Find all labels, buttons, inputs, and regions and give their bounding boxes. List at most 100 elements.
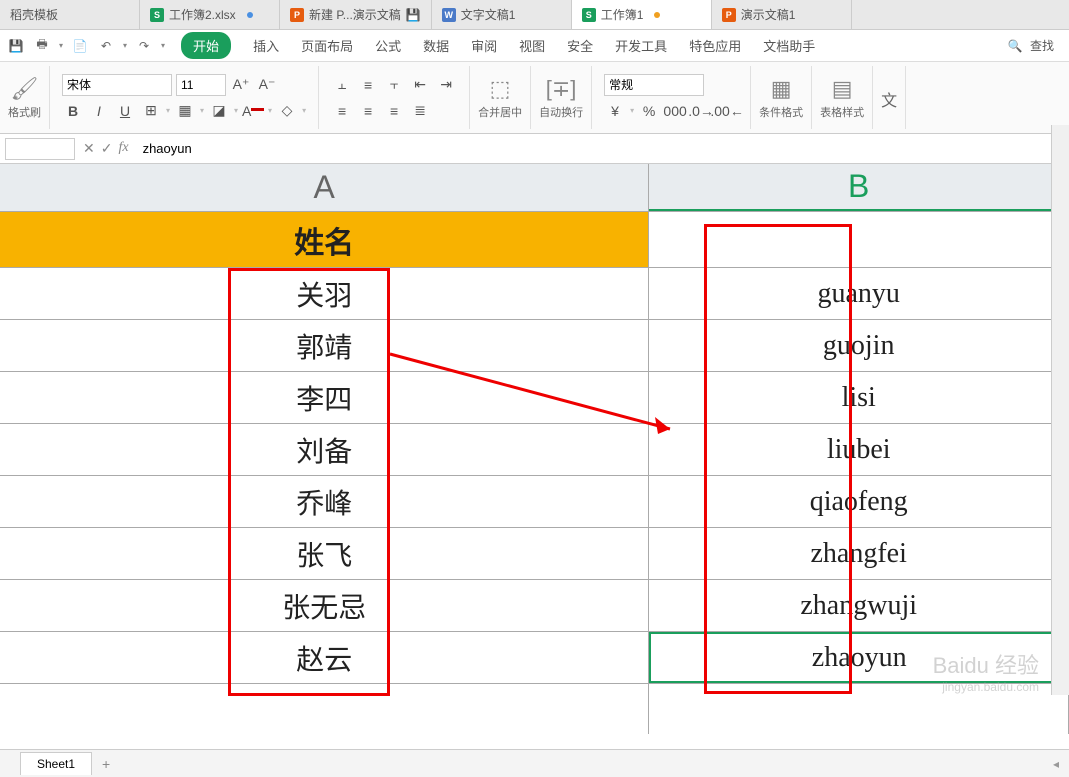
save-icon[interactable]: 💾 <box>5 35 27 57</box>
align-top-icon[interactable]: ⫠ <box>331 74 353 96</box>
fx-icon[interactable]: fx <box>118 140 128 157</box>
table-style-icon: ▤ <box>832 76 853 102</box>
align-right-icon[interactable]: ≡ <box>383 100 405 122</box>
menu-home[interactable]: 开始 <box>181 32 231 59</box>
increase-decimal-icon[interactable]: .0→ <box>690 100 712 122</box>
tab-workbook2[interactable]: S 工作簿2.xlsx <box>140 0 280 29</box>
decrease-decimal-icon[interactable]: .00← <box>716 100 738 122</box>
fill-color-button[interactable]: ◪ <box>208 100 230 122</box>
cell-b2[interactable]: guanyu <box>649 268 1069 319</box>
formula-bar: ✕ ✓ fx <box>0 134 1069 164</box>
cell-a10[interactable] <box>0 684 649 734</box>
cell-b10[interactable] <box>649 684 1069 734</box>
table-row: 刘备 liubei <box>0 424 1069 476</box>
ribbon-cond-format[interactable]: ▦ 条件格式 <box>751 66 812 129</box>
cell-a1[interactable]: 姓名 <box>0 212 649 267</box>
ribbon-merge[interactable]: ⬚ 合并居中 <box>470 66 531 129</box>
menu-insert[interactable]: 插入 <box>253 36 279 55</box>
tab-label: 工作簿2.xlsx <box>169 6 236 23</box>
grid-body: 姓名 关羽 guanyu 郭靖 guojin 李四 lisi 刘备 liubei… <box>0 212 1069 734</box>
cell-b3[interactable]: guojin <box>649 320 1069 371</box>
cell-b1[interactable] <box>649 212 1069 267</box>
name-box[interactable] <box>5 138 75 160</box>
bold-button[interactable]: B <box>62 100 84 122</box>
border-button[interactable]: ⊞ <box>140 100 162 122</box>
tab-presentation1[interactable]: P 演示文稿1 <box>712 0 852 29</box>
indent-left-icon[interactable]: ⇤ <box>409 74 431 96</box>
column-header-b[interactable]: B <box>649 164 1069 211</box>
dropdown-icon[interactable]: ▾ <box>59 41 63 50</box>
font-name-select[interactable] <box>62 74 172 96</box>
menu-data[interactable]: 数据 <box>423 36 449 55</box>
cell-b6[interactable]: qiaofeng <box>649 476 1069 527</box>
cell-a6[interactable]: 乔峰 <box>0 476 649 527</box>
tab-doc1[interactable]: W 文字文稿1 <box>432 0 572 29</box>
font-color-button[interactable]: A <box>242 100 264 122</box>
menu-layout[interactable]: 页面布局 <box>301 36 353 55</box>
highlight-button[interactable]: ◇ <box>276 100 298 122</box>
cell-a9[interactable]: 赵云 <box>0 632 649 683</box>
preview-icon[interactable]: 📄 <box>69 35 91 57</box>
cell-a4[interactable]: 李四 <box>0 372 649 423</box>
tab-presentation[interactable]: P 新建 P...演示文稿 💾 <box>280 0 432 29</box>
menu-tabs: 开始 插入 页面布局 公式 数据 审阅 视图 安全 开发工具 特色应用 文档助手 <box>181 32 815 59</box>
accept-icon[interactable]: ✓ <box>101 140 113 157</box>
menu-helper[interactable]: 文档助手 <box>763 36 815 55</box>
cell-a8[interactable]: 张无忌 <box>0 580 649 631</box>
currency-icon[interactable]: ¥ <box>604 100 626 122</box>
cancel-icon[interactable]: ✕ <box>83 140 95 157</box>
cell-b5[interactable]: liubei <box>649 424 1069 475</box>
font-size-select[interactable] <box>176 74 226 96</box>
menu-special[interactable]: 特色应用 <box>689 36 741 55</box>
menu-review[interactable]: 审阅 <box>471 36 497 55</box>
italic-button[interactable]: I <box>88 100 110 122</box>
cell-b8[interactable]: zhangwuji <box>649 580 1069 631</box>
dropdown-icon[interactable]: ▾ <box>161 41 165 50</box>
cell-b7[interactable]: zhangfei <box>649 528 1069 579</box>
ribbon-table-style[interactable]: ▤ 表格样式 <box>812 66 873 129</box>
add-sheet-button[interactable]: + <box>92 752 120 776</box>
percent-icon[interactable]: % <box>638 100 660 122</box>
cell-b9[interactable]: zhaoyun <box>649 632 1069 683</box>
align-center-icon[interactable]: ≡ <box>357 100 379 122</box>
dropdown-icon[interactable]: ▾ <box>123 41 127 50</box>
increase-font-icon[interactable]: A⁺ <box>230 74 252 96</box>
ribbon-wrap[interactable]: [∓] 自动换行 <box>531 66 592 129</box>
cell-a3[interactable]: 郭靖 <box>0 320 649 371</box>
underline-button[interactable]: U <box>114 100 136 122</box>
tab-label: 新建 P...演示文稿 <box>309 6 401 23</box>
cell-a5[interactable]: 刘备 <box>0 424 649 475</box>
search-icon[interactable]: 🔍 <box>1004 35 1026 57</box>
cell-a7[interactable]: 张飞 <box>0 528 649 579</box>
justify-icon[interactable]: ≣ <box>409 100 431 122</box>
ppt-icon: P <box>722 8 736 22</box>
align-middle-icon[interactable]: ≡ <box>357 74 379 96</box>
decrease-font-icon[interactable]: A⁻ <box>256 74 278 96</box>
thousands-icon[interactable]: 000 <box>664 100 686 122</box>
menu-view[interactable]: 视图 <box>519 36 545 55</box>
menu-dev[interactable]: 开发工具 <box>615 36 667 55</box>
align-left-icon[interactable]: ≡ <box>331 100 353 122</box>
ribbon-text[interactable]: 文 <box>873 66 906 129</box>
print-icon[interactable]: 🖶 <box>31 35 53 57</box>
more-border-button[interactable]: ▦ <box>174 100 196 122</box>
number-format-select[interactable] <box>604 74 704 96</box>
indent-right-icon[interactable]: ⇥ <box>435 74 457 96</box>
tab-template[interactable]: 稻壳模板 <box>0 0 140 29</box>
column-header-a[interactable]: A <box>0 164 649 211</box>
search-label[interactable]: 查找 <box>1030 37 1054 54</box>
menu-formula[interactable]: 公式 <box>375 36 401 55</box>
cell-a2[interactable]: 关羽 <box>0 268 649 319</box>
redo-icon[interactable]: ↷ <box>133 35 155 57</box>
right-side-panel[interactable] <box>1051 125 1069 695</box>
align-bottom-icon[interactable]: ⫟ <box>383 74 405 96</box>
undo-icon[interactable]: ↶ <box>95 35 117 57</box>
menu-security[interactable]: 安全 <box>567 36 593 55</box>
sheet-tab-1[interactable]: Sheet1 <box>20 752 92 775</box>
formula-input[interactable] <box>137 138 1064 160</box>
xls-icon: S <box>150 8 164 22</box>
cell-b4[interactable]: lisi <box>649 372 1069 423</box>
ribbon-format-painter[interactable]: 🖌 格式刷 <box>0 66 50 129</box>
ribbon: 🖌 格式刷 A⁺ A⁻ B I U ⊞▾ ▦▾ ◪▾ A▾ ◇▾ <box>0 62 1069 134</box>
tab-workbook1[interactable]: S 工作簿1 <box>572 0 712 29</box>
